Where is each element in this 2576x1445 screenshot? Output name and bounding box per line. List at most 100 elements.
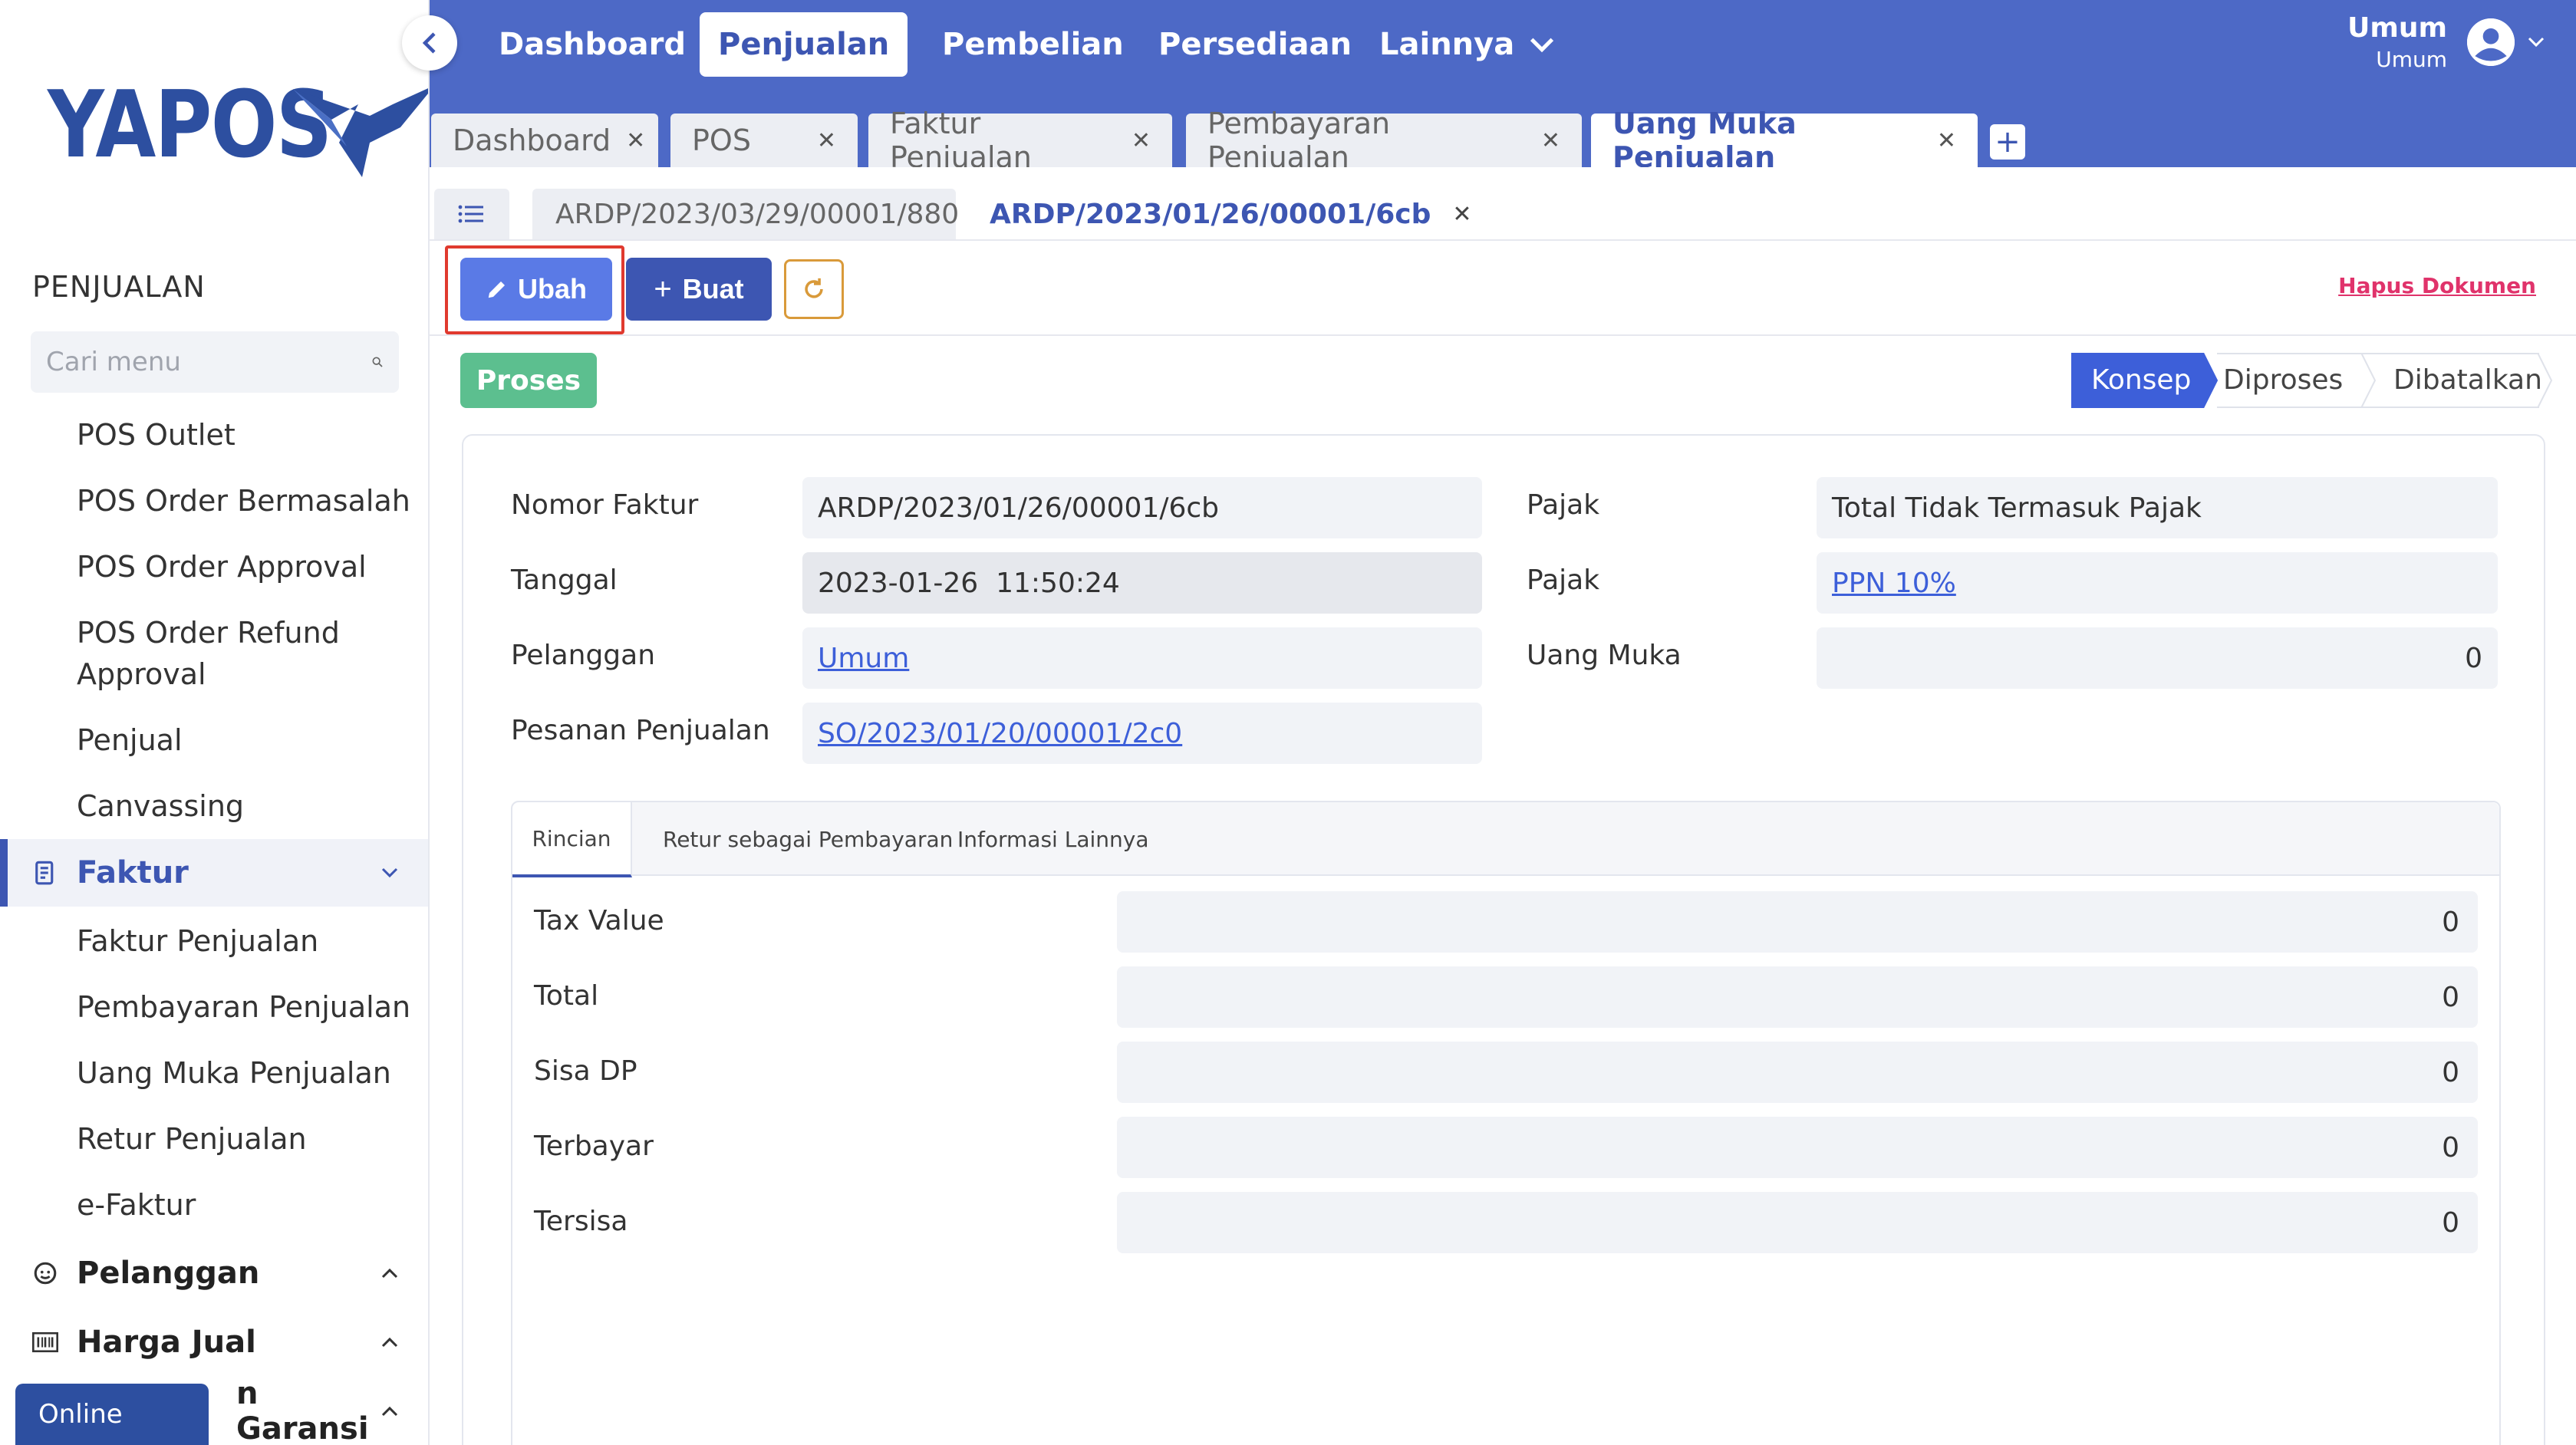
sidebar-item-e-faktur[interactable]: e-Faktur [77, 1184, 196, 1226]
nav-pembelian[interactable]: Pembelian [924, 12, 1142, 77]
tab-pos[interactable]: POS ✕ [670, 114, 858, 167]
buat-button[interactable]: + Buat [626, 258, 772, 321]
chevron-down-icon[interactable] [1527, 29, 1557, 60]
pajak-mode-value: Total Tidak Termasuk Pajak [1832, 492, 2202, 524]
tanggal-value: 2023-01-26 11:50:24 [818, 567, 1120, 599]
tax-value-value: 0 [2442, 906, 2459, 938]
ubah-button[interactable]: Ubah [460, 258, 612, 321]
top-navigation: Dashboard Penjualan Pembelian Persediaan… [430, 0, 2576, 94]
pelanggan-field[interactable]: Umum [802, 627, 1482, 689]
hapus-dokumen-link[interactable]: Hapus Dokumen [2338, 273, 2536, 298]
tab-retur-sebagai-pembayaran[interactable]: Retur sebagai Pembayaran [640, 802, 976, 876]
sidebar-item-canvassing[interactable]: Canvassing [77, 785, 244, 827]
sisa-dp-field[interactable]: 0 [1117, 1042, 2478, 1103]
tab-uang-muka-penjualan[interactable]: Uang Muka Penjualan ✕ [1591, 107, 1978, 174]
tab-informasi-lainnya[interactable]: Informasi Lainnya [934, 802, 1171, 876]
sidebar-item-approval[interactable]: Approval [77, 653, 206, 695]
pajak-mode-field[interactable]: Total Tidak Termasuk Pajak [1817, 477, 2498, 538]
sidebar-item-pembayaran-penjualan[interactable]: Pembayaran Penjualan [77, 986, 410, 1028]
close-icon[interactable]: ✕ [1526, 127, 1560, 154]
record-list-button[interactable] [434, 189, 509, 239]
terbayar-label: Terbayar [534, 1131, 654, 1162]
nav-persediaan[interactable]: Persediaan [1140, 12, 1370, 77]
proses-button[interactable]: Proses [460, 353, 597, 408]
record-tab-6cb[interactable]: ARDP/2023/01/26/00001/6cb ✕ [967, 189, 1472, 239]
tax-value-field[interactable]: 0 [1117, 891, 2478, 953]
tab-label: Faktur Penjualan [890, 107, 1032, 174]
close-icon[interactable]: ✕ [1922, 127, 1956, 154]
close-icon[interactable]: ✕ [1116, 127, 1151, 154]
nav-lainnya[interactable]: Lainnya [1361, 12, 1533, 77]
logo: YAPOS [48, 80, 428, 177]
document-tab-bar: Dashboard ✕ POS ✕ Faktur Penjualan ✕ Pem… [430, 94, 2576, 174]
sidebar-group-label: Harga Jual [77, 1325, 256, 1360]
nomor-faktur-value: ARDP/2023/01/26/00001/6cb [818, 492, 1220, 524]
pesanan-penjualan-label: Pesanan Penjualan [511, 715, 770, 746]
total-field[interactable]: 0 [1117, 966, 2478, 1028]
chevron-up-icon [374, 1396, 405, 1427]
sidebar-item-pos-outlet[interactable]: POS Outlet [77, 414, 236, 456]
chevron-left-icon [422, 32, 436, 54]
detail-tabs: Rincian Retur sebagai Pembayaran Informa… [511, 801, 2501, 1445]
pesanan-penjualan-link[interactable]: SO/2023/01/20/00001/2c0 [818, 718, 1182, 749]
step-diproses[interactable]: Diproses [2223, 353, 2343, 408]
sidebar-item-faktur-penjualan[interactable]: Faktur Penjualan [77, 920, 318, 962]
tersisa-label: Tersisa [534, 1206, 628, 1237]
tersisa-field[interactable]: 0 [1117, 1192, 2478, 1253]
list-icon [458, 205, 483, 223]
step-dibatalkan[interactable]: Dibatalkan [2393, 353, 2542, 408]
sisa-dp-value: 0 [2442, 1056, 2459, 1088]
sidebar-item-pos-order-bermasalah[interactable]: POS Order Bermasalah [77, 480, 410, 522]
tab-pembayaran-penjualan[interactable]: Pembayaran Penjualan ✕ [1186, 107, 1582, 174]
tab-rincian[interactable]: Rincian [512, 802, 632, 877]
sidebar-group-faktur[interactable]: Faktur [0, 839, 428, 907]
sidebar-group-pelanggan[interactable]: Pelanggan [0, 1239, 428, 1307]
search-icon[interactable] [371, 351, 384, 374]
nav-dashboard[interactable]: Dashboard [480, 12, 704, 77]
sidebar-item-pos-order-approval[interactable]: POS Order Approval [77, 546, 367, 588]
tab-faktur-penjualan[interactable]: Faktur Penjualan ✕ [868, 107, 1172, 174]
refresh-button[interactable] [784, 259, 844, 319]
sidebar-item-retur-penjualan[interactable]: Retur Penjualan [77, 1118, 307, 1160]
close-icon[interactable]: ✕ [611, 127, 645, 154]
nomor-faktur-field[interactable]: ARDP/2023/01/26/00001/6cb [802, 477, 1482, 538]
uang-muka-field[interactable]: 0 [1817, 627, 2498, 689]
plus-icon: + [654, 272, 672, 306]
nav-penjualan[interactable]: Penjualan [700, 12, 908, 77]
terbayar-value: 0 [2442, 1131, 2459, 1164]
invoice-icon [31, 858, 60, 887]
close-icon[interactable]: ✕ [802, 127, 836, 154]
user-menu[interactable]: Umum Umum [2347, 12, 2545, 72]
sidebar-item-penjual[interactable]: Penjual [77, 719, 183, 761]
sidebar-item-uang-muka-penjualan[interactable]: Uang Muka Penjualan [77, 1052, 391, 1094]
sisa-dp-label: Sisa DP [534, 1055, 637, 1087]
refresh-icon [805, 278, 823, 298]
sidebar-group-harga-jual[interactable]: Harga Jual [0, 1308, 428, 1376]
pesanan-penjualan-field[interactable]: SO/2023/01/20/00001/2c0 [802, 703, 1482, 764]
pelanggan-link[interactable]: Umum [818, 643, 909, 674]
step-konsep[interactable]: Konsep [2091, 353, 2191, 408]
record-tab-880[interactable]: ARDP/2023/03/29/00001/880 ✕ [532, 189, 1000, 239]
chevron-down-icon [374, 857, 405, 888]
terbayar-field[interactable]: 0 [1117, 1117, 2478, 1178]
avatar[interactable] [2467, 18, 2515, 66]
online-status-badge[interactable]: Online [15, 1384, 209, 1445]
menu-search[interactable] [31, 331, 399, 393]
nomor-faktur-label: Nomor Faktur [511, 489, 699, 521]
pajak-rate-link[interactable]: PPN 10% [1832, 568, 1956, 599]
tab-dashboard[interactable]: Dashboard ✕ [431, 114, 658, 167]
menu-search-input[interactable] [46, 347, 371, 377]
uang-muka-value: 0 [2465, 642, 2482, 674]
pajak-rate-field[interactable]: PPN 10% [1817, 552, 2498, 614]
sidebar-item-pos-order-refund[interactable]: POS Order Refund [77, 612, 340, 653]
pajak-label: Pajak [1527, 489, 1600, 521]
record-tab-label: ARDP/2023/03/29/00001/880 [555, 198, 960, 230]
sidebar-group-label: Pelanggan [77, 1256, 260, 1291]
sidebar-collapse-button[interactable] [402, 15, 457, 71]
close-icon[interactable]: ✕ [1452, 201, 1471, 228]
chevron-up-icon [374, 1258, 405, 1289]
add-tab-button[interactable]: + [1990, 124, 2025, 160]
tanggal-label: Tanggal [511, 565, 618, 596]
record-tab-label: ARDP/2023/01/26/00001/6cb [990, 198, 1431, 230]
chevron-up-icon [374, 1327, 405, 1358]
